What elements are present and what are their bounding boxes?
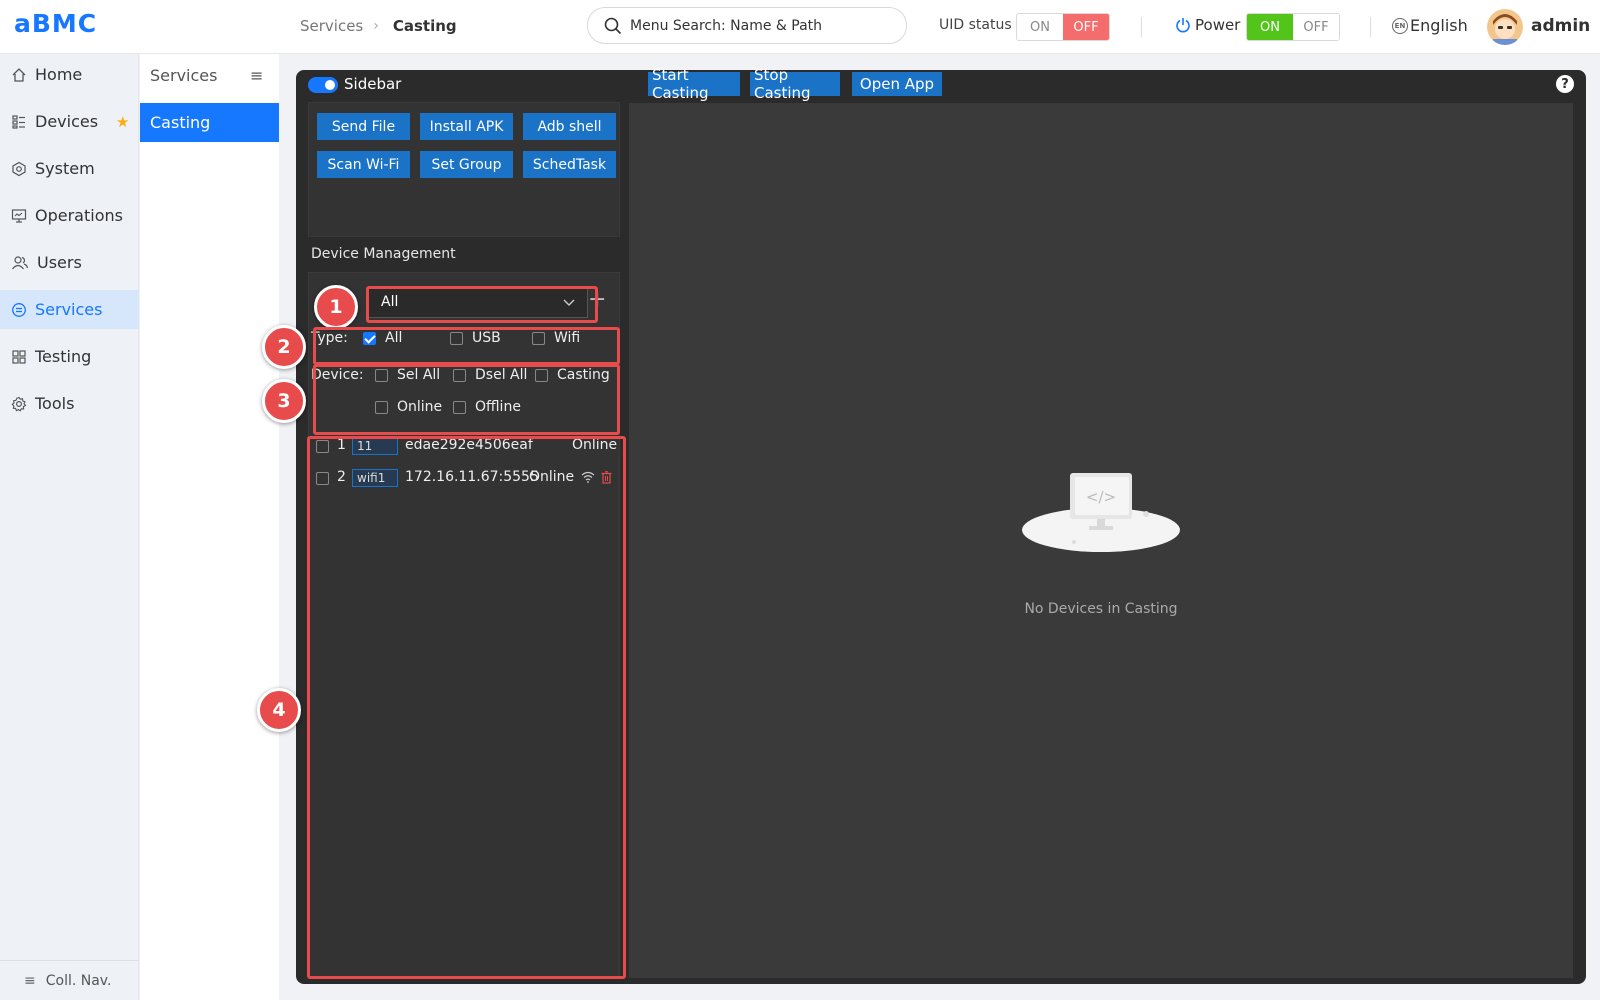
nav-item-users[interactable]: Users — [0, 243, 139, 282]
nav-label: Home — [35, 65, 83, 84]
uid-status-label: UID status — [939, 17, 1012, 33]
annotation-box-group-select — [366, 286, 598, 323]
annotation-marker: 3 — [262, 379, 306, 423]
user-name[interactable]: admin — [1531, 16, 1590, 36]
annotation-marker: 2 — [262, 325, 306, 369]
avatar[interactable] — [1487, 9, 1523, 45]
collapse-nav-label: Coll. Nav. — [45, 972, 112, 989]
start-casting-button[interactable]: Start Casting — [648, 66, 740, 102]
nav-item-services[interactable]: Services — [0, 290, 139, 329]
home-icon — [12, 67, 26, 82]
open-app-button[interactable]: Open App — [852, 72, 942, 96]
language-selector[interactable]: EN English — [1392, 16, 1468, 35]
nav-label: Tools — [35, 394, 75, 413]
install-apk-button[interactable]: Install APK — [420, 113, 513, 140]
scan-wifi-button[interactable]: Scan Wi-Fi — [317, 151, 410, 178]
uid-off-option[interactable]: OFF — [1063, 14, 1109, 40]
sub-nav: Services ≡ Casting — [140, 54, 279, 1000]
annotation-box-device-list — [307, 436, 626, 979]
header-divider — [1370, 17, 1371, 37]
operations-icon — [11, 208, 27, 223]
annotation-box-device-filter — [313, 364, 620, 435]
uid-on-option[interactable]: ON — [1017, 14, 1063, 40]
nav-item-tools[interactable]: Tools — [0, 384, 139, 423]
annotation-marker: 4 — [257, 688, 301, 732]
nav-label: Devices — [35, 112, 99, 131]
tools-icon — [11, 396, 27, 412]
subnav-title: Services — [150, 66, 218, 85]
sidebar-label: Sidebar — [344, 75, 402, 93]
power-on-option[interactable]: ON — [1247, 14, 1293, 40]
power-toggle[interactable]: ON OFF — [1246, 13, 1340, 41]
top-header: aBMC Services › Casting UID status ON OF… — [0, 0, 1600, 54]
subnav-item-casting[interactable]: Casting — [140, 103, 279, 142]
main-nav: Home Devices ★ System Operations Users S… — [0, 54, 139, 1000]
empty-state-text: No Devices in Casting — [1024, 601, 1178, 617]
language-label: English — [1410, 16, 1468, 35]
stop-casting-button[interactable]: Stop Casting — [750, 66, 840, 102]
app-logo[interactable]: aBMC — [14, 9, 97, 38]
breadcrumb-chevron-icon: › — [373, 18, 379, 34]
nav-item-system[interactable]: System — [0, 149, 139, 188]
nav-label: Operations — [35, 206, 123, 225]
favorite-star-icon[interactable]: ★ — [116, 113, 129, 131]
device-management-title: Device Management — [311, 246, 456, 262]
services-icon — [12, 302, 26, 317]
set-group-button[interactable]: Set Group — [420, 151, 513, 178]
svg-text:</>: </> — [1086, 488, 1116, 506]
annotation-marker: 1 — [314, 285, 358, 329]
nav-item-testing[interactable]: Testing — [0, 337, 139, 376]
help-icon[interactable]: ? — [1556, 75, 1574, 93]
nav-label: Testing — [35, 347, 92, 366]
annotation-box-type-filter — [313, 327, 620, 365]
breadcrumb: Services › Casting — [300, 17, 457, 35]
empty-state-illustration-icon: </> — [1022, 473, 1180, 552]
breadcrumb-services[interactable]: Services — [300, 17, 363, 35]
uid-status-toggle[interactable]: ON OFF — [1016, 13, 1110, 41]
collapse-icon: ≡ — [24, 972, 36, 989]
casting-display-area: </> No Devices in Casting — [629, 103, 1573, 978]
testing-icon — [12, 349, 26, 364]
fold-menu-icon[interactable]: ≡ — [250, 66, 263, 85]
power-icon — [1176, 18, 1190, 33]
nav-label: Users — [37, 253, 82, 272]
schedtask-button[interactable]: SchedTask — [523, 151, 616, 178]
system-icon — [12, 161, 26, 176]
collapse-nav-button[interactable]: ≡ Coll. Nav. — [0, 960, 139, 1000]
devices-icon — [12, 114, 25, 129]
nav-item-operations[interactable]: Operations — [0, 196, 139, 235]
power-text: Power — [1195, 16, 1241, 34]
action-button-group: Send File Install APK Adb shell Scan Wi-… — [308, 102, 620, 237]
adb-shell-button[interactable]: Adb shell — [523, 113, 616, 140]
nav-label: System — [35, 159, 95, 178]
search-input[interactable] — [630, 17, 890, 34]
language-icon: EN — [1392, 17, 1408, 34]
nav-label: Services — [35, 300, 103, 319]
breadcrumb-casting: Casting — [392, 17, 457, 35]
power-label: Power — [1175, 16, 1240, 34]
users-icon — [12, 255, 29, 269]
header-divider — [1141, 17, 1142, 37]
nav-item-devices[interactable]: Devices ★ — [0, 102, 139, 141]
sidebar-toggle[interactable] — [308, 77, 338, 93]
power-off-option[interactable]: OFF — [1293, 14, 1339, 40]
send-file-button[interactable]: Send File — [317, 113, 410, 140]
nav-item-home[interactable]: Home — [0, 55, 139, 94]
search-icon — [604, 17, 622, 34]
menu-search[interactable] — [587, 7, 907, 44]
